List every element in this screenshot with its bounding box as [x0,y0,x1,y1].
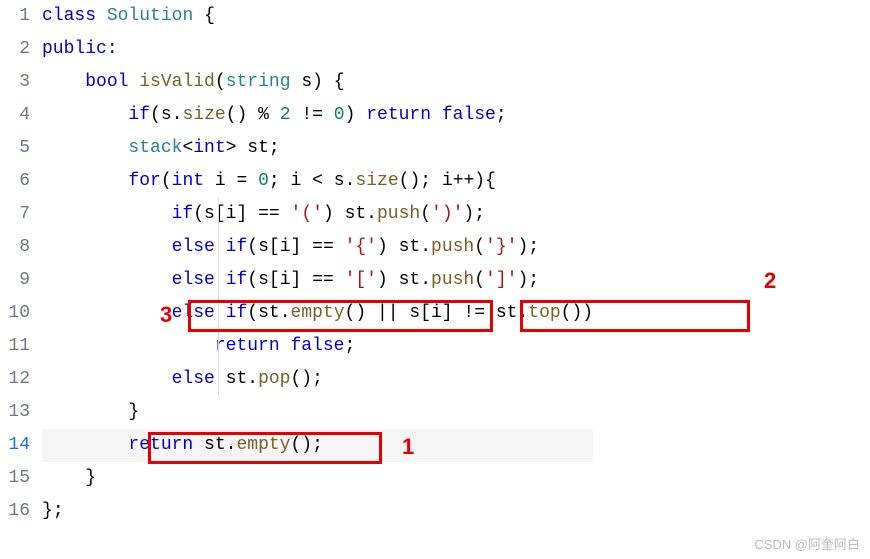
line-number: 4 [0,99,30,132]
code-line: if(s[i] == '(') st.push(')'); [42,198,593,231]
line-number: 5 [0,132,30,165]
code-line: public: [42,33,593,66]
code-area: 3 2 1 class Solution {public: bool isVal… [42,0,593,528]
code-line: class Solution { [42,0,593,33]
line-number: 14 [0,429,30,462]
code-line: else st.pop(); [42,363,593,396]
line-number: 15 [0,462,30,495]
code-line: else if(s[i] == '[') st.push(']'); [42,264,593,297]
code-line: else if(s[i] == '{') st.push('}'); [42,231,593,264]
annotation-label-3: 3 [160,302,172,328]
line-number: 10 [0,297,30,330]
code-line: if(s.size() % 2 != 0) return false; [42,99,593,132]
code-line: }; [42,495,593,528]
line-number-gutter: 12345678910111213141516 [0,0,42,528]
code-line: } [42,396,593,429]
line-number: 13 [0,396,30,429]
line-number: 11 [0,330,30,363]
code-line: stack<int> st; [42,132,593,165]
code-line: return st.empty(); [42,429,593,462]
code-line: bool isValid(string s) { [42,66,593,99]
line-number: 2 [0,33,30,66]
line-number: 16 [0,495,30,528]
line-number: 1 [0,0,30,33]
annotation-label-2: 2 [764,268,776,294]
watermark: CSDN @阿奎阿白 [754,534,860,553]
line-number: 7 [0,198,30,231]
line-number: 6 [0,165,30,198]
code-line: else if(st.empty() || s[i] != st.top()) [42,297,593,330]
annotation-label-1: 1 [402,434,414,460]
code-line: return false; [42,330,593,363]
line-number: 12 [0,363,30,396]
line-number: 9 [0,264,30,297]
line-number: 8 [0,231,30,264]
code-line: } [42,462,593,495]
line-number: 3 [0,66,30,99]
code-editor: 12345678910111213141516 3 2 1 class Solu… [0,0,870,528]
code-line: for(int i = 0; i < s.size(); i++){ [42,165,593,198]
